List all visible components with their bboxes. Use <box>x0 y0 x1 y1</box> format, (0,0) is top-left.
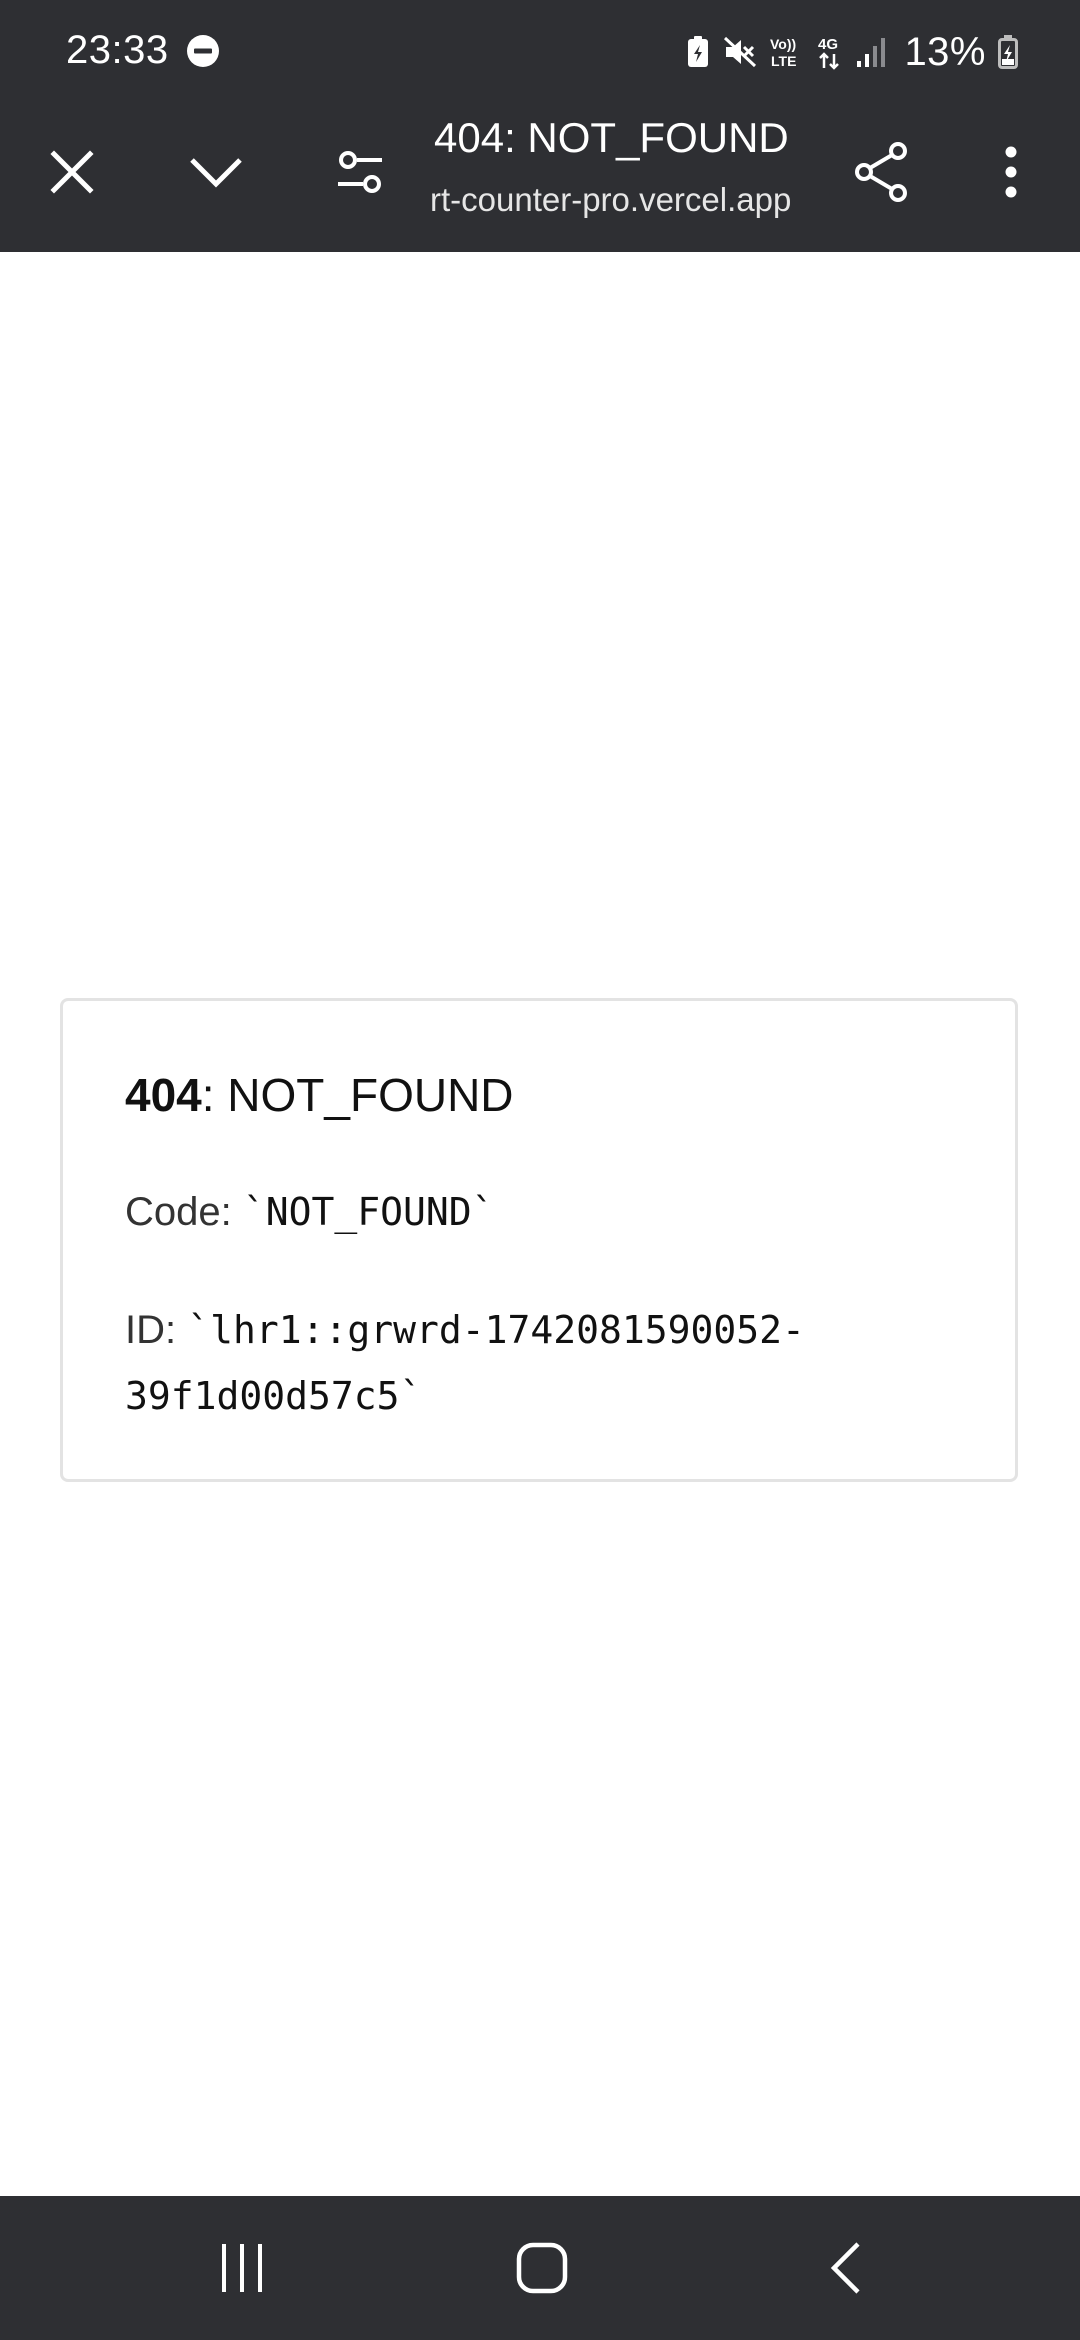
page-url-text: rt-counter-pro.vercel.app <box>430 181 792 218</box>
error-code-label: Code: <box>125 1190 243 1234</box>
close-icon <box>50 150 94 194</box>
error-heading: 404: NOT_FOUND <box>125 1065 514 1125</box>
page-url[interactable]: rt-counter-pro.vercel.app <box>430 178 810 222</box>
mute-icon <box>724 36 757 68</box>
back-button[interactable] <box>806 2232 886 2304</box>
error-id-value: `lhr1::grwrd-1742081590052-39f1d00d57c5` <box>125 1308 805 1418</box>
status-bar: 23:33 Vo)) LTE 4G 13% <box>0 0 1080 100</box>
error-id-label: ID: <box>125 1308 188 1352</box>
chevron-down-icon <box>190 158 242 188</box>
back-icon <box>830 2242 860 2294</box>
svg-text:LTE: LTE <box>771 53 796 69</box>
error-code-value: `NOT_FOUND` <box>242 1190 495 1234</box>
more-options-button[interactable] <box>975 136 1047 208</box>
error-code-row: Code: `NOT_FOUND` <box>125 1185 495 1239</box>
recent-apps-button[interactable] <box>202 2232 282 2304</box>
battery-percent: 13% <box>904 30 986 74</box>
error-card: 404: NOT_FOUND Code: `NOT_FOUND` ID: `lh… <box>60 998 1018 1482</box>
status-time: 23:33 <box>66 28 169 72</box>
page-title[interactable]: 404: NOT_FOUND <box>434 110 789 166</box>
home-button[interactable] <box>502 2232 582 2304</box>
do-not-disturb-icon <box>187 35 219 67</box>
page-settings-icon <box>338 151 382 193</box>
signal-icon <box>857 38 886 67</box>
home-icon <box>516 2242 568 2294</box>
volte-icon: Vo)) LTE <box>770 36 796 69</box>
status-icons: Vo)) LTE 4G 13% <box>686 26 1018 78</box>
4g-data-icon: 4G <box>818 36 840 70</box>
browser-toolbar: 404: NOT_FOUND rt-counter-pro.vercel.app <box>0 100 1080 252</box>
svg-text:4G: 4G <box>818 36 838 53</box>
error-heading-suffix: : NOT_FOUND <box>201 1069 514 1121</box>
system-navigation-bar <box>0 2196 1080 2340</box>
recent-apps-icon <box>222 2244 262 2292</box>
error-id-row: ID: `lhr1::grwrd-1742081590052-39f1d00d5… <box>125 1297 985 1429</box>
battery-saver-icon <box>688 36 709 67</box>
share-icon <box>855 142 907 202</box>
error-status-code: 404 <box>125 1069 202 1121</box>
close-button[interactable] <box>36 136 108 208</box>
minimize-button[interactable] <box>180 136 252 208</box>
page-settings-button[interactable] <box>324 136 396 208</box>
web-content: 404: NOT_FOUND Code: `NOT_FOUND` ID: `lh… <box>0 252 1080 2196</box>
svg-text:Vo)): Vo)) <box>770 36 796 52</box>
share-button[interactable] <box>846 136 918 208</box>
more-options-icon <box>1005 146 1017 198</box>
battery-charging-icon <box>998 35 1018 69</box>
